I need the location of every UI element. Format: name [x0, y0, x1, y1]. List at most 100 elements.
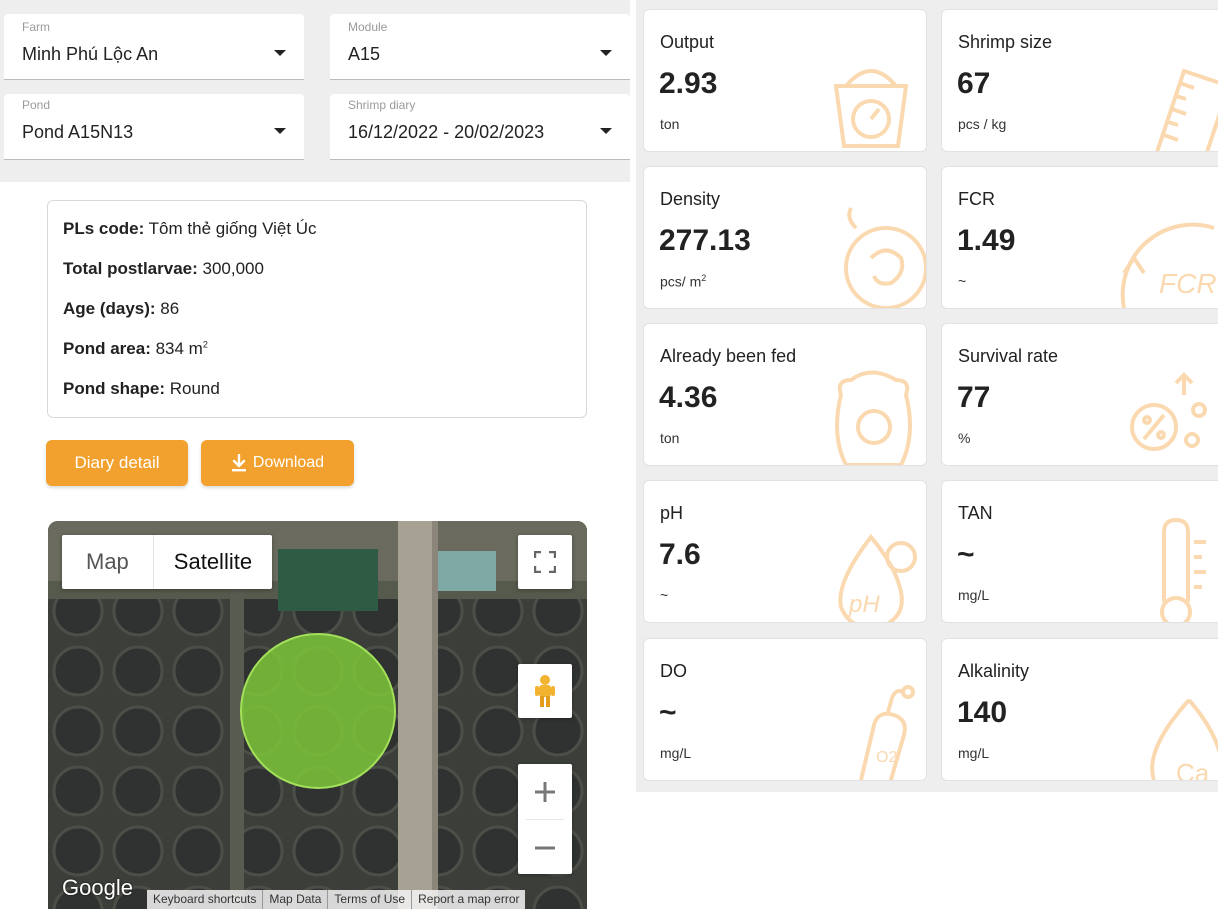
- ruler-icon: [1155, 68, 1218, 151]
- info-pond-shape: Pond shape: Round: [63, 379, 220, 399]
- download-button[interactable]: Download: [201, 440, 354, 486]
- diary-detail-button[interactable]: Diary detail: [46, 440, 188, 486]
- farm-select-value: Minh Phú Lộc An: [22, 44, 159, 64]
- farm-select[interactable]: Farm Minh Phú Lộc An: [4, 14, 304, 80]
- metric-unit-superscript: 2: [701, 273, 707, 283]
- info-value: Tôm thẻ giống Việt Úc: [144, 219, 317, 238]
- metric-unit: ~: [660, 587, 669, 603]
- info-label: Pond area:: [63, 339, 151, 358]
- satellite-map[interactable]: Map Satellite Google Keyboard shortcuts …: [48, 521, 587, 909]
- metric-card-alkalinity: Alkalinity 140 mg/L Ca: [941, 638, 1218, 781]
- zoom-in-button[interactable]: [518, 764, 572, 819]
- module-select[interactable]: Module A15: [330, 14, 630, 80]
- feed-bag-icon: [835, 370, 912, 465]
- minus-icon: [535, 846, 555, 849]
- info-value: 86: [155, 299, 180, 318]
- pond-select[interactable]: Pond Pond A15N13: [4, 94, 304, 160]
- report-map-error-link[interactable]: Report a map error: [411, 890, 525, 909]
- metric-card-shrimp-size: Shrimp size 67 pcs / kg: [941, 9, 1218, 152]
- metric-title: DO: [660, 661, 687, 681]
- metric-card-already-been-fed: Already been fed 4.36 ton: [643, 323, 927, 466]
- svg-text:pH: pH: [848, 591, 880, 618]
- map-type-satellite-button[interactable]: Satellite: [154, 535, 272, 589]
- shrimp-diary-select-value: 16/12/2022 - 20/02/2023: [348, 122, 545, 142]
- info-value: 834 m: [150, 339, 203, 358]
- caret-down-icon: [274, 50, 286, 56]
- pegman-icon: [535, 675, 555, 707]
- metric-unit: ~: [958, 273, 967, 289]
- download-label: Download: [252, 454, 325, 471]
- info-value: 300,000: [197, 259, 264, 278]
- metric-unit: ton: [660, 116, 680, 132]
- svg-text:O2: O2: [876, 749, 897, 766]
- map-attribution-bar: Keyboard shortcuts Map Data Terms of Use…: [147, 890, 526, 909]
- metric-card-output: Output 2.93 ton: [643, 9, 927, 152]
- thermometer-icon: [1160, 517, 1206, 622]
- metric-unit: pcs/ m2: [660, 273, 706, 290]
- caret-down-icon: [600, 50, 612, 56]
- metric-unit-text: pcs/ m: [660, 273, 702, 290]
- metric-value: 77: [957, 381, 991, 414]
- metric-card-fcr: FCR 1.49 ~ FCR: [941, 166, 1218, 309]
- metric-card-survival-rate: Survival rate 77 %: [941, 323, 1218, 466]
- module-select-value: A15: [348, 44, 381, 64]
- metric-card-ph: pH 7.6 ~ pH: [643, 480, 927, 623]
- metric-unit: mg/L: [958, 745, 990, 761]
- fullscreen-button[interactable]: [518, 535, 572, 589]
- info-label: Age (days):: [63, 299, 156, 318]
- info-pls-code: PLs code: Tôm thẻ giống Việt Úc: [63, 219, 317, 239]
- terms-of-use-link[interactable]: Terms of Use: [327, 890, 411, 909]
- scale-icon: [833, 69, 909, 148]
- pond-marker[interactable]: [240, 633, 396, 789]
- fcr-icon: FCR: [1120, 222, 1217, 308]
- map-type-control: Map Satellite: [62, 535, 273, 589]
- oxygen-tank-icon: O2: [859, 685, 915, 780]
- farm-select-label: Farm: [22, 20, 50, 34]
- metric-value: 7.6: [659, 538, 701, 571]
- info-label: Pond shape:: [63, 379, 166, 398]
- metric-value: 1.49: [957, 224, 1016, 257]
- map-data-link[interactable]: Map Data: [262, 890, 327, 909]
- metric-card-tan: TAN ~ mg/L: [941, 480, 1218, 623]
- percent-icon: [1130, 372, 1207, 451]
- info-age: Age (days): 86: [63, 299, 179, 319]
- download-icon: [231, 454, 246, 472]
- metric-title: Output: [660, 32, 715, 52]
- fullscreen-icon: [534, 551, 556, 573]
- metric-title: FCR: [958, 189, 995, 209]
- metric-value: 67: [957, 67, 991, 100]
- module-select-label: Module: [348, 20, 388, 34]
- info-total-postlarvae: Total postlarvae: 300,000: [63, 259, 264, 279]
- metric-unit: mg/L: [958, 587, 990, 603]
- keyboard-shortcuts-link[interactable]: Keyboard shortcuts: [147, 890, 262, 909]
- svg-text:FCR: FCR: [1159, 268, 1217, 299]
- zoom-control: [518, 764, 572, 874]
- ph-drop-icon: pH: [838, 533, 917, 622]
- metric-title: Alkalinity: [958, 661, 1030, 681]
- google-logo[interactable]: Google: [62, 875, 133, 901]
- metric-card-density: Density 277.13 pcs/ m2: [643, 166, 927, 309]
- metric-title: Already been fed: [660, 346, 797, 366]
- metric-value: 140: [957, 696, 1008, 729]
- filter-panel: Farm Minh Phú Lộc An Module A15 Pond Pon…: [0, 0, 630, 182]
- map-type-map-button[interactable]: Map: [62, 535, 154, 589]
- metric-unit: ton: [660, 430, 680, 446]
- shrimp-diary-select-label: Shrimp diary: [348, 98, 416, 112]
- info-pond-area: Pond area: 834 m2: [63, 339, 208, 359]
- street-view-button[interactable]: [518, 664, 572, 718]
- pond-info-box: PLs code: Tôm thẻ giống Việt Úc Total po…: [47, 200, 587, 418]
- metric-title: Shrimp size: [958, 32, 1053, 52]
- metric-title: TAN: [958, 503, 993, 523]
- caret-down-icon: [600, 128, 612, 134]
- metric-unit: mg/L: [660, 745, 692, 761]
- plus-icon: [535, 781, 555, 802]
- info-value: Round: [165, 379, 220, 398]
- zoom-out-button[interactable]: [518, 820, 572, 875]
- info-label: PLs code:: [63, 219, 145, 238]
- metric-title: pH: [660, 503, 684, 523]
- metric-unit: %: [958, 430, 971, 446]
- metric-title: Density: [660, 189, 721, 209]
- pond-select-label: Pond: [22, 98, 51, 112]
- metric-value: 2.93: [659, 67, 718, 100]
- shrimp-diary-select[interactable]: Shrimp diary 16/12/2022 - 20/02/2023: [330, 94, 630, 160]
